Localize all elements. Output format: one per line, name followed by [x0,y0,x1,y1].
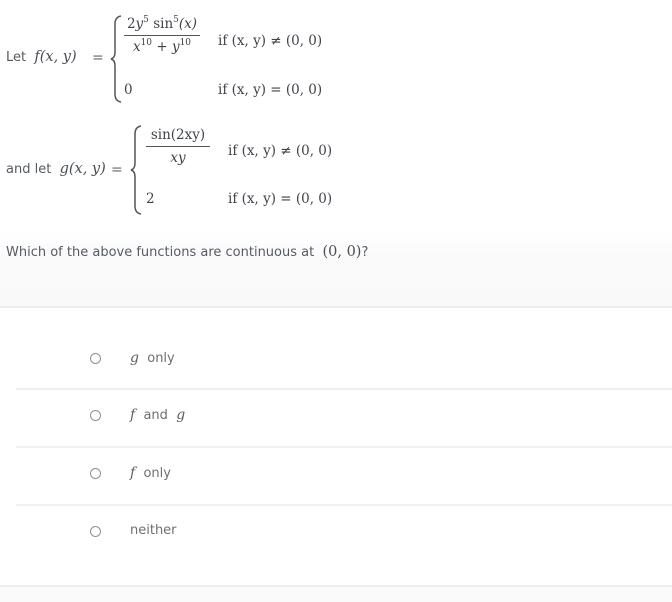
f-numerator: 2y5 sin5(x) [126,15,198,33]
g-case2-condition: if (x, y) = (0, 0) [228,191,333,207]
question-area: Which of the above functions are continu… [0,232,672,306]
radio-button[interactable] [90,353,101,364]
option-label: f and g [130,407,186,423]
radio-button[interactable] [90,526,101,537]
option-f-and-g[interactable]: f and g [16,390,672,446]
g-fraction-bar [146,146,210,147]
g-lead: and let g(x, y) [6,161,106,177]
g-numerator: sin(2xy) [150,127,206,143]
g-fraction: sin(2xy) xy [146,126,210,167]
question-text: Which of the above functions are continu… [6,244,368,260]
g-left-brace [130,125,142,215]
option-label: f only [130,465,171,481]
f-args: (x, y) [39,49,77,65]
f-signature: f(x, y) [34,49,76,65]
g-denominator: xy [170,150,186,166]
g-case2-value: 2 [146,191,155,207]
option-label: g only [130,350,175,366]
f-case1-condition: if (x, y) ≠ (0, 0) [218,33,323,49]
f-left-brace [110,15,122,103]
f-case2-value: 0 [124,82,133,98]
question-divider [0,306,672,308]
f-equals: = [92,50,104,66]
g-lead-text: and let [6,162,52,177]
g-equals: = [111,162,123,178]
f-fraction: 2y5 sin5(x) x10 + y10 [124,15,200,56]
question-prompt: Which of the above functions are continu… [6,245,315,260]
radio-button[interactable] [90,468,101,479]
radio-button[interactable] [90,410,101,421]
f-case2-condition: if (x, y) = (0, 0) [218,82,323,98]
g-name: g [59,161,69,177]
f-denominator: x10 + y10 [132,38,192,56]
option-f-only[interactable]: f only [16,448,672,504]
option-neither[interactable]: neither [16,506,672,562]
question-suffix: ? [361,245,369,260]
f-lead-text: Let [6,50,27,65]
option-label: neither [130,523,177,538]
footer-area [0,587,672,602]
g-args: (x, y) [68,161,106,177]
question-point: (0, 0) [322,244,362,260]
g-signature: g(x, y) [60,161,106,177]
g-case1-condition: if (x, y) ≠ (0, 0) [228,143,333,159]
f-fraction-bar [124,35,200,36]
f-lead: Let f(x, y) [6,49,77,65]
option-g-only[interactable]: g only [16,332,672,388]
